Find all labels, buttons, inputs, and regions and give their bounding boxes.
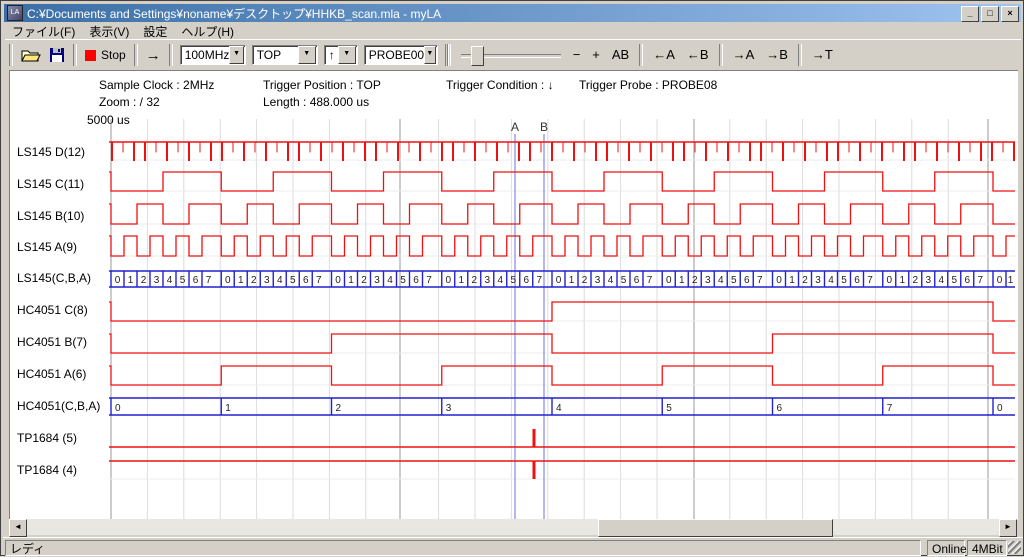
- bus-value: 4: [167, 275, 173, 286]
- bus-value: 5: [290, 275, 296, 286]
- bus-value: 4: [497, 275, 503, 286]
- bus-value: 0: [225, 275, 231, 286]
- bus-value: 5: [951, 275, 957, 286]
- bus-value: 1: [1008, 275, 1014, 286]
- bus-value: 2: [336, 403, 342, 414]
- trace-HC4051 B(7): [109, 334, 1015, 353]
- bus-value: 6: [964, 275, 970, 286]
- trace-LS145 C(11): [109, 172, 1015, 191]
- bus-value: 3: [484, 275, 490, 286]
- bus-value: 3: [374, 275, 380, 286]
- bus-value: 1: [348, 275, 354, 286]
- bus-value: 7: [206, 275, 212, 286]
- bus-value: 7: [426, 275, 432, 286]
- bus-value: 6: [303, 275, 309, 286]
- bus-value: 0: [556, 275, 562, 286]
- bus-value: 6: [744, 275, 750, 286]
- bus-value: 1: [789, 275, 795, 286]
- bus-value: 5: [666, 403, 672, 414]
- bus-value: 3: [705, 275, 711, 286]
- bus-value: 3: [925, 275, 931, 286]
- bus-value: 6: [854, 275, 860, 286]
- bus-value: 7: [757, 275, 763, 286]
- bus-value: 7: [977, 275, 983, 286]
- bus-value: 0: [997, 275, 1003, 286]
- bus-value: 5: [731, 275, 737, 286]
- bus-value: 5: [841, 275, 847, 286]
- pulse-TP1684 (5): [533, 429, 536, 447]
- trace-HC4051 C(8): [109, 302, 1015, 321]
- bus-value: 7: [887, 403, 893, 414]
- bus-value: 4: [828, 275, 834, 286]
- bus-value: 1: [899, 275, 905, 286]
- bus-value: 4: [608, 275, 614, 286]
- bus-value: 2: [361, 275, 367, 286]
- bus-value: 1: [225, 403, 231, 414]
- bus-value: 4: [277, 275, 283, 286]
- bus-value: 5: [510, 275, 516, 286]
- bus-value: 1: [238, 275, 244, 286]
- bus-value: 1: [569, 275, 575, 286]
- bus-value: 0: [445, 275, 451, 286]
- bus-value: 0: [335, 275, 341, 286]
- scroll-right-icon[interactable]: ►: [999, 519, 1017, 537]
- bus-value: 6: [777, 403, 783, 414]
- bus-value: 4: [387, 275, 393, 286]
- mylA-window: { "window": { "title": "C:¥Documents and…: [0, 0, 1024, 556]
- bus-value: 7: [316, 275, 322, 286]
- bus-value: 7: [647, 275, 653, 286]
- bus-value: 0: [997, 403, 1003, 414]
- bus-value: 4: [556, 403, 562, 414]
- bus-value: 2: [912, 275, 918, 286]
- bus-value: 0: [115, 275, 121, 286]
- resize-grip[interactable]: [1008, 541, 1021, 554]
- bus-value: 2: [802, 275, 808, 286]
- bus-value: 0: [666, 275, 672, 286]
- bus-value: 7: [867, 275, 873, 286]
- trace-LS145 B(10): [109, 204, 1015, 224]
- pulse-TP1684 (4): [533, 461, 536, 479]
- horizontal-scrollbar[interactable]: ◄ ►: [9, 519, 1017, 535]
- bus-value: 5: [180, 275, 186, 286]
- bus-value: 0: [776, 275, 782, 286]
- status-ready: レディ: [5, 540, 921, 556]
- bus-value: 6: [523, 275, 529, 286]
- bus-value: 2: [141, 275, 147, 286]
- trace-LS145 A(9): [109, 236, 1015, 256]
- bus-value: 1: [458, 275, 464, 286]
- bus-value: 3: [264, 275, 270, 286]
- status-memory-badge: 4MBit: [967, 540, 1007, 556]
- bus-value: 2: [471, 275, 477, 286]
- bus-value: 0: [115, 403, 121, 414]
- waveform-plot[interactable]: AB01234567012345670123456701234567012345…: [1, 1, 1024, 557]
- cursor-label-B: B: [540, 120, 548, 134]
- bus-value: 3: [446, 403, 452, 414]
- bus-value: 5: [621, 275, 627, 286]
- bus-value: 1: [128, 275, 134, 286]
- scroll-left-icon[interactable]: ◄: [9, 519, 27, 537]
- status-online-badge: Online: [927, 540, 965, 556]
- bus-value: 3: [815, 275, 821, 286]
- bus-value: 0: [886, 275, 892, 286]
- bus-value: 2: [582, 275, 588, 286]
- bus-value: 5: [400, 275, 406, 286]
- bus-value: 6: [193, 275, 199, 286]
- scrollbar-thumb[interactable]: [598, 519, 833, 537]
- bus-value: 4: [718, 275, 724, 286]
- status-bar: レディ Online 4MBit: [3, 537, 1023, 556]
- bus-value: 1: [679, 275, 685, 286]
- bus-value: 6: [634, 275, 640, 286]
- bus-value: 2: [251, 275, 257, 286]
- trace-HC4051 A(6): [109, 366, 1015, 385]
- bus-value: 6: [413, 275, 419, 286]
- bus-value: 3: [595, 275, 601, 286]
- bus-value: 2: [692, 275, 698, 286]
- cursor-label-A: A: [511, 120, 519, 134]
- bus-value: 3: [154, 275, 160, 286]
- bus-value: 7: [536, 275, 542, 286]
- bus-value: 4: [938, 275, 944, 286]
